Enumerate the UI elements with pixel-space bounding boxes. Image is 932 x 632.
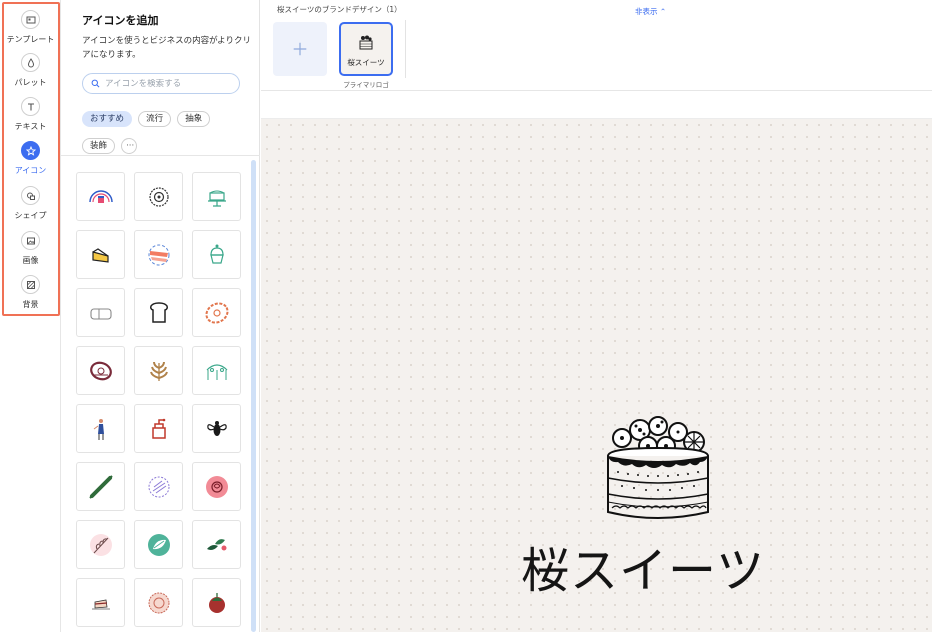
pink-rose-icon[interactable] [192,462,241,511]
rail-label: シェイプ [14,211,47,220]
donut-circle-icon[interactable] [134,172,183,221]
add-design-button[interactable] [273,22,327,76]
rail-item-image[interactable]: 画像 [0,231,61,266]
cake-plate-icon[interactable] [76,578,125,627]
coffee-grinder-icon[interactable] [134,404,183,453]
painted-cake-icon[interactable] [134,230,183,279]
icon-grid-scrollbar[interactable] [251,160,256,632]
bee-icon[interactable] [192,404,241,453]
bread-loaf-icon[interactable] [76,288,125,337]
palette-drop-icon [21,53,40,72]
logo-thumbnail-name: 桜スイーツ [347,58,385,67]
star-icon [21,141,40,160]
chip-recommended[interactable]: おすすめ [82,111,133,127]
image-icon [21,231,40,250]
rail-item-background[interactable]: 背景 [0,275,61,310]
icon-search-box[interactable] [82,73,240,94]
rail-label: 画像 [22,256,39,265]
rail-label: テンプレート [6,35,55,44]
teal-leaf-icon[interactable] [134,520,183,569]
background-icon [21,275,40,294]
rail-item-palette[interactable]: パレット [0,53,61,88]
red-fruit-icon[interactable] [192,578,241,627]
cake-stand-icon[interactable] [192,172,241,221]
cake-slice-icon[interactable] [76,230,125,279]
more-chips-button[interactable]: ··· [121,138,138,154]
primary-logo-thumbnail[interactable]: 桜スイーツ [339,22,393,76]
rail-label: パレット [14,78,47,87]
left-rail: テンプレート パレット テキスト アイコン シェイプ 画像 背景 [0,0,61,632]
toolbar-band [261,91,932,119]
plus-icon [293,42,307,56]
rolling-pin-icon[interactable] [76,462,125,511]
icon-search-input[interactable] [105,78,235,89]
chip-abstract[interactable]: 抽象 [177,111,211,127]
brand-design-topbar: 桜スイーツのブランドデザイン（1） 非表示 ⌃ 桜スイーツ プライマリロゴ [261,0,932,91]
icon-panel: アイコンを追加 アイコンを使うとビジネスの内容がよりクリアになります。 おすすめ… [61,0,260,632]
purple-badge-icon[interactable] [134,462,183,511]
panel-divider [61,155,260,156]
icon-grid [76,172,244,632]
donut-badge-icon[interactable] [76,346,125,395]
brand-name-text: 桜スイーツ [521,543,766,599]
cupcake-outline-icon[interactable] [192,230,241,279]
rail-label: テキスト [14,122,47,131]
brand-design-title: 桜スイーツのブランドデザイン（1） [277,5,402,14]
cake-thumbnail-icon [359,35,373,50]
woman-figure-icon[interactable] [76,404,125,453]
leaf-sketch-icon[interactable] [76,520,125,569]
chevron-up-icon: ⌃ [659,7,667,16]
design-canvas[interactable]: 桜スイーツ [261,119,932,632]
panel-title: アイコンを追加 [82,14,159,27]
shape-icon [21,186,40,205]
chip-trending[interactable]: 流行 [138,111,172,127]
rainbow-cupcake-icon[interactable] [76,172,125,221]
topbar-divider [405,20,406,78]
chip-decorative[interactable]: 装飾 [82,138,116,154]
rail-label: 背景 [22,300,39,309]
orange-donut-icon[interactable] [192,288,241,337]
rail-item-icon[interactable]: アイコン [0,141,61,176]
bakery-arch-icon[interactable] [192,346,241,395]
hide-button[interactable]: 非表示 ⌃ [635,6,666,17]
rail-label: アイコン [14,166,47,175]
hide-label: 非表示 [635,7,658,16]
toast-slice-icon[interactable] [134,288,183,337]
rail-item-shape[interactable]: シェイプ [0,186,61,221]
wheat-icon[interactable] [134,346,183,395]
category-chips: おすすめ 流行 抽象 装飾 ··· [82,106,257,160]
rail-item-template[interactable]: テンプレート [0,10,61,45]
text-icon [21,97,40,116]
logo-thumbnail-caption: プライマリロゴ [343,81,389,89]
search-icon [91,79,100,88]
template-icon [21,10,40,29]
panel-description: アイコンを使うとビジネスの内容がよりクリアになります。 [82,36,251,60]
rail-item-text[interactable]: テキスト [0,97,61,132]
green-leaves-icon[interactable] [192,520,241,569]
pink-circle-icon[interactable] [134,578,183,627]
cake-illustration-icon [607,416,709,519]
